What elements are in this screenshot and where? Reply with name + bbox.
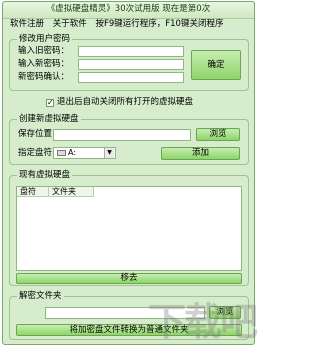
menu-hotkey-hint[interactable]: 按F9键运行程序，F10键关闭程序: [92, 18, 226, 31]
new-password-field[interactable]: [78, 59, 184, 70]
create-disk-group: 创建新虚拟硬盘 保存位置 浏览 指定盘符 A: ▼ 添加: [9, 113, 249, 165]
confirm-password-field[interactable]: [78, 72, 184, 83]
drive-letter-value: A:: [68, 148, 77, 157]
disk-table[interactable]: 盘符 文件夹: [16, 186, 242, 271]
window-title: 《虚拟硬盘精灵》30次试用版 现在是第0次: [3, 2, 254, 19]
drive-letter-select[interactable]: A: ▼: [53, 147, 116, 159]
remove-disk-button[interactable]: 移去: [16, 273, 242, 284]
chevron-down-icon[interactable]: ▼: [104, 148, 114, 158]
password-group-title: 修改用户密码: [17, 33, 73, 45]
auto-close-checkbox[interactable]: ✓: [46, 99, 54, 107]
existing-disks-group: 现有虚拟硬盘 盘符 文件夹 移去: [9, 169, 249, 286]
drive-letter-label: 指定盘符: [18, 148, 53, 158]
old-password-field[interactable]: [78, 46, 184, 57]
column-folder[interactable]: 文件夹: [49, 187, 94, 197]
password-group: 修改用户密码 输入旧密码： 输入新密码： 新密码确认： 确定: [9, 33, 249, 91]
menu-bar: 软件注册 关于软件 按F9键运行程序，F10键关闭程序: [3, 18, 254, 31]
add-disk-button[interactable]: 添加: [161, 147, 240, 160]
create-disk-group-title: 创建新虚拟硬盘: [17, 113, 81, 125]
save-location-field[interactable]: [53, 129, 191, 141]
column-drive-letter[interactable]: 盘符: [17, 187, 49, 197]
new-password-label: 输入新密码：: [18, 59, 70, 69]
save-location-label: 保存位置: [18, 129, 53, 139]
decrypt-folder-group-title: 解密文件夹: [17, 290, 64, 302]
watermark-logo: 下载吧: [147, 299, 258, 344]
old-password-label: 输入旧密码：: [18, 46, 70, 56]
confirm-password-button[interactable]: 确定: [191, 50, 241, 80]
browse-save-button[interactable]: 浏览: [196, 128, 240, 141]
confirm-password-label: 新密码确认：: [18, 72, 70, 82]
menu-about[interactable]: 关于软件: [50, 18, 90, 31]
existing-disks-group-title: 现有虚拟硬盘: [17, 169, 73, 181]
drive-icon: [57, 149, 66, 156]
auto-close-label: 退出后自动关闭所有打开的虚拟硬盘: [57, 97, 194, 107]
menu-register[interactable]: 软件注册: [7, 18, 47, 31]
